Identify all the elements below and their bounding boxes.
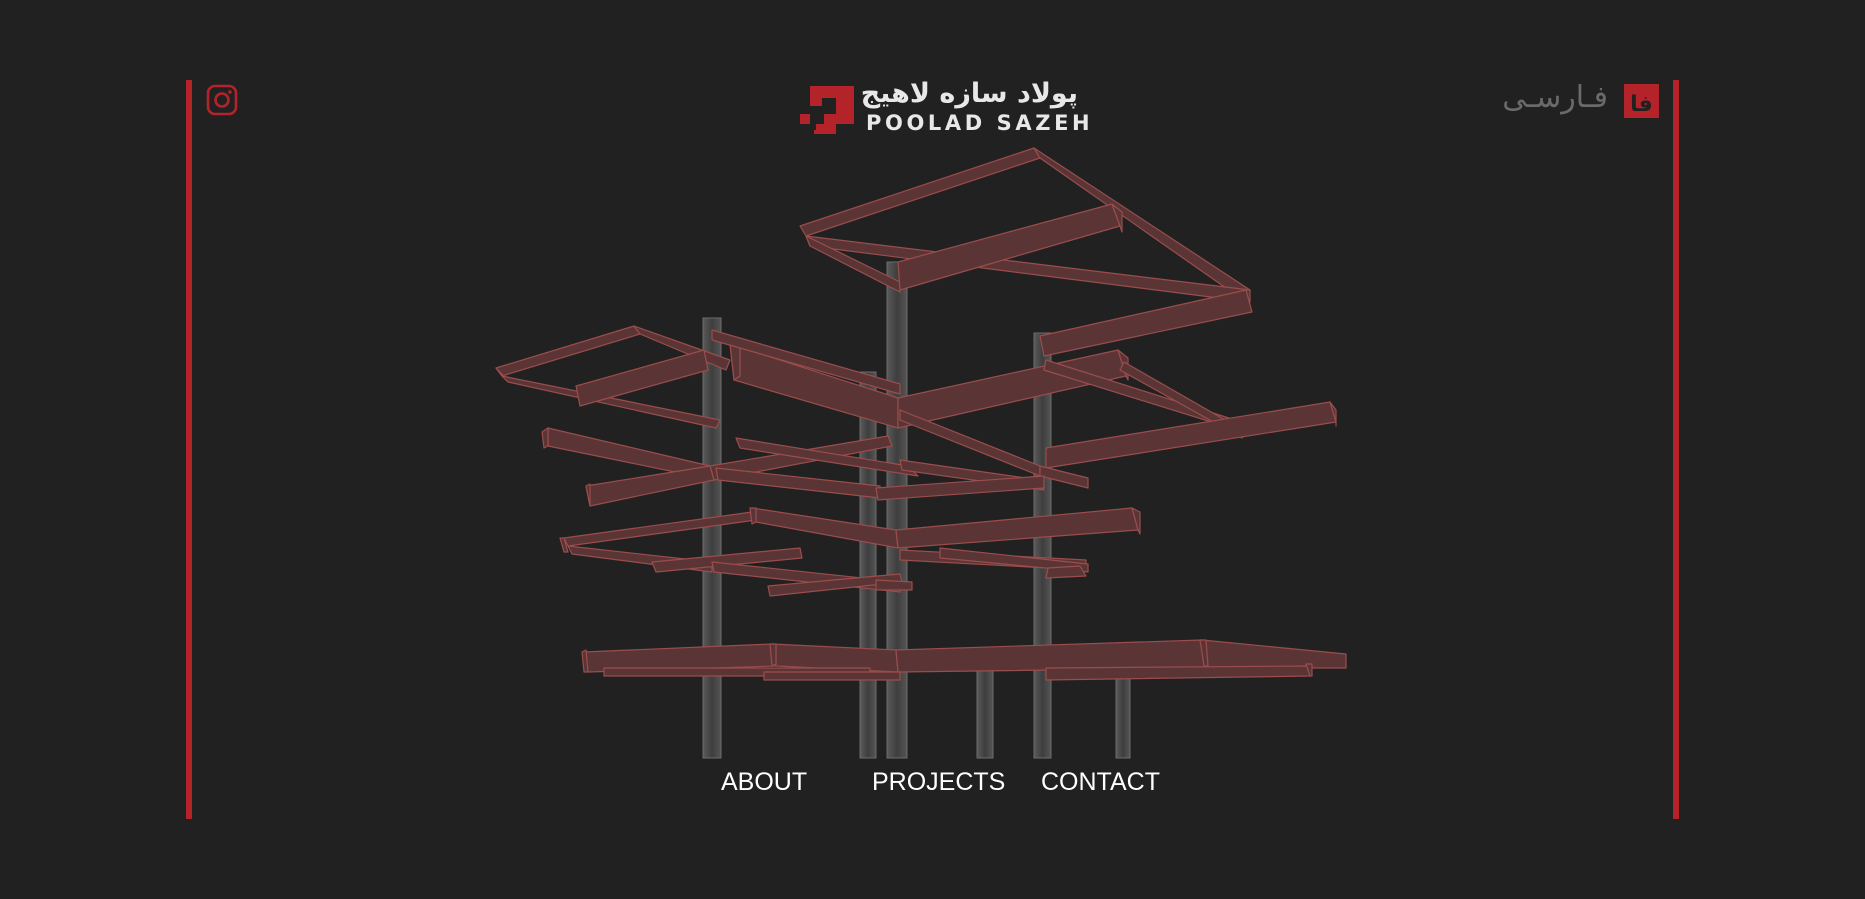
logo[interactable]: پولاد سازه لاهیج POOLAD SAZEH xyxy=(800,78,1090,138)
structure-beams xyxy=(495,147,1347,681)
structure-columns xyxy=(702,261,1131,759)
instagram-icon[interactable] xyxy=(206,84,238,116)
language-label: فـارسـی xyxy=(1502,80,1608,115)
logo-english-name: POOLAD SAZEH xyxy=(866,111,1094,135)
fa-badge-icon: فا xyxy=(1624,84,1659,118)
nav-projects-link[interactable]: PROJECTS xyxy=(872,768,1005,797)
svg-text:فا: فا xyxy=(1630,92,1653,117)
logo-persian-name: پولاد سازه لاهیج xyxy=(860,78,1078,109)
nav-about-link[interactable]: ABOUT xyxy=(721,768,807,797)
main-nav: ABOUT PROJECTS CONTACT xyxy=(0,768,1865,804)
left-frame-line xyxy=(186,80,192,819)
logo-mark-icon xyxy=(800,86,854,134)
nav-contact-link[interactable]: CONTACT xyxy=(1041,768,1160,797)
page: پولاد سازه لاهیج POOLAD SAZEH فـارسـی فا xyxy=(0,0,1865,899)
language-switch[interactable]: فـارسـی فا xyxy=(1500,80,1662,124)
right-frame-line xyxy=(1673,80,1679,819)
